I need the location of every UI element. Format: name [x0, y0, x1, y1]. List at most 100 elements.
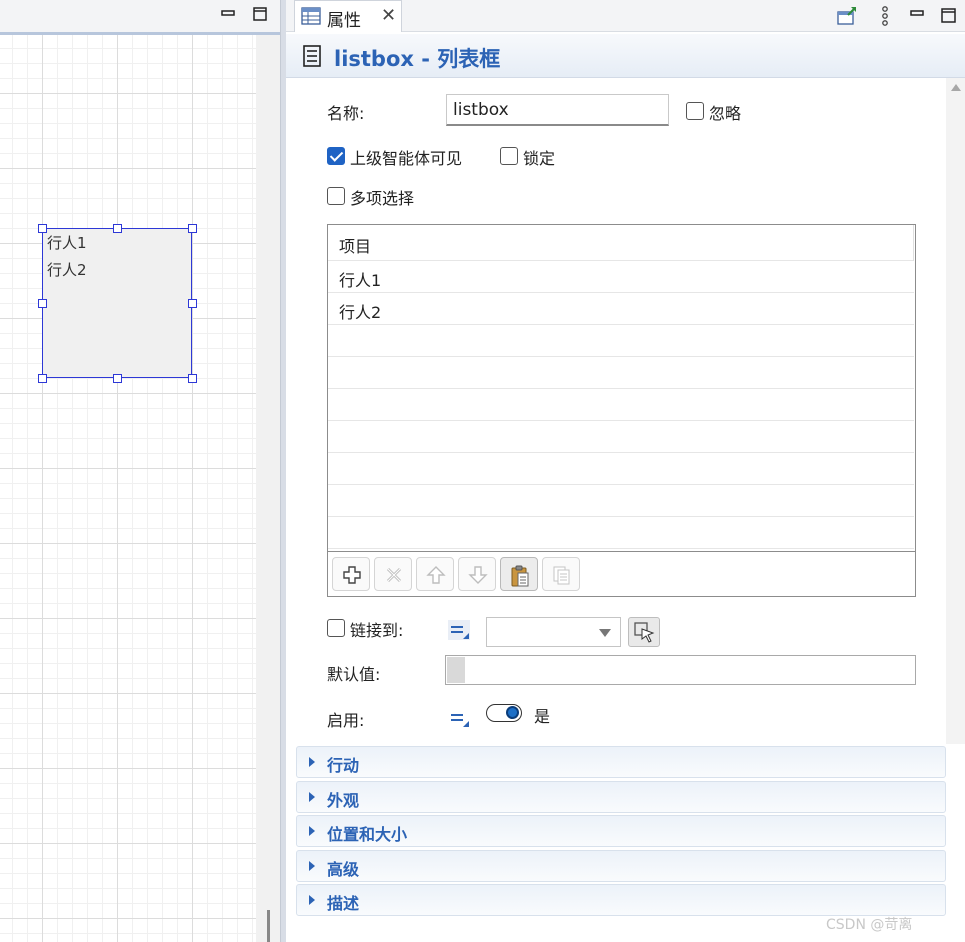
expand-icon	[309, 792, 315, 802]
enabled-toggle[interactable]	[486, 704, 522, 722]
add-row-button[interactable]	[332, 557, 370, 591]
section-description[interactable]: 描述	[296, 884, 946, 916]
scrollbar-thumb[interactable]	[267, 910, 270, 942]
listbox-icon	[303, 45, 321, 67]
table-row[interactable]	[328, 486, 914, 517]
multi-select-label: 多项选择	[350, 189, 415, 208]
properties-header: listbox - 列表框	[286, 34, 965, 78]
editor-toolbar	[0, 0, 283, 32]
minimize-icon[interactable]	[219, 6, 237, 22]
plus-icon	[343, 566, 361, 584]
resize-handle[interactable]	[188, 374, 197, 383]
expand-icon	[309, 861, 315, 871]
move-down-button[interactable]	[458, 557, 496, 591]
ignore-label: 忽略	[709, 104, 742, 123]
table-row[interactable]	[328, 454, 914, 485]
resize-handle[interactable]	[188, 299, 197, 308]
watermark: CSDN @苛离	[826, 917, 913, 933]
toggle-knob	[506, 706, 519, 719]
ignore-checkbox[interactable]	[686, 102, 704, 120]
section-label: 描述	[327, 894, 360, 913]
pin-view-icon[interactable]	[836, 5, 858, 27]
link-to-label: 链接到:	[350, 621, 404, 640]
items-table[interactable]: 项目 行人1 行人2	[327, 224, 916, 552]
section-label: 高级	[327, 860, 360, 879]
name-label: 名称:	[327, 104, 365, 123]
table-row[interactable]	[328, 358, 914, 389]
delete-row-button[interactable]	[374, 557, 412, 591]
resize-handle[interactable]	[38, 374, 47, 383]
section-label: 行动	[327, 756, 360, 775]
table-header: 项目	[328, 225, 914, 261]
visible-to-parent-label: 上级智能体可见	[350, 149, 463, 168]
canvas-scrollbar[interactable]	[256, 35, 280, 942]
column-divider	[913, 225, 914, 261]
resize-handle[interactable]	[188, 224, 197, 233]
section-advanced[interactable]: 高级	[296, 850, 946, 882]
move-up-button[interactable]	[416, 557, 454, 591]
editor-pane: 行人1 行人2	[0, 0, 283, 942]
section-appearance[interactable]: 外观	[296, 781, 946, 813]
section-label: 外观	[327, 791, 360, 810]
link-to-checkbox[interactable]	[327, 619, 345, 637]
copy-button[interactable]	[542, 557, 580, 591]
section-label: 位置和大小	[327, 825, 408, 844]
table-row[interactable]	[328, 518, 914, 549]
section-position-size[interactable]: 位置和大小	[296, 815, 946, 847]
properties-pane: 属性 ✕ listbox - 列表框 名称: listbox 忽略 上级智能体可…	[286, 0, 965, 942]
scroll-up-icon[interactable]	[951, 84, 961, 91]
listbox-widget-item: 行人1	[47, 234, 87, 252]
page-title: listbox - 列表框	[334, 47, 501, 71]
clipboard-icon	[511, 565, 529, 587]
name-input[interactable]	[446, 94, 669, 126]
multi-select-checkbox[interactable]	[327, 187, 345, 205]
arrow-down-icon	[468, 566, 488, 584]
pick-target-button[interactable]	[628, 617, 660, 647]
resize-handle[interactable]	[113, 374, 122, 383]
table-cell: 行人2	[339, 303, 382, 322]
link-to-dropdown[interactable]	[486, 617, 621, 647]
table-row[interactable]	[328, 390, 914, 421]
table-cell: 行人1	[339, 271, 382, 290]
column-header-items: 项目	[339, 237, 372, 256]
table-icon	[301, 7, 321, 25]
maximize-icon[interactable]	[251, 6, 269, 22]
resize-handle[interactable]	[38, 224, 47, 233]
maximize-icon[interactable]	[938, 5, 960, 27]
enabled-value: 是	[534, 707, 551, 726]
table-row[interactable]	[328, 422, 914, 453]
minimize-icon[interactable]	[906, 5, 928, 27]
enabled-label: 启用:	[327, 711, 365, 730]
resize-handle[interactable]	[38, 299, 47, 308]
default-value-input[interactable]	[445, 655, 916, 685]
select-target-icon	[634, 622, 655, 643]
table-toolbar	[327, 552, 916, 597]
value-chip	[447, 657, 465, 683]
default-value-label: 默认值:	[327, 665, 381, 684]
section-action[interactable]: 行动	[296, 746, 946, 778]
listbox-widget-item: 行人2	[47, 261, 87, 279]
copy-icon	[553, 566, 570, 585]
static-value-icon[interactable]	[448, 708, 470, 728]
table-row[interactable]: 行人2	[328, 294, 914, 325]
resize-handle[interactable]	[113, 224, 122, 233]
lock-checkbox[interactable]	[500, 147, 518, 165]
more-options-icon[interactable]	[874, 5, 896, 27]
delete-icon	[386, 567, 402, 583]
tab-properties[interactable]: 属性 ✕	[294, 0, 402, 32]
table-row[interactable]	[328, 326, 914, 357]
expand-icon	[309, 757, 315, 767]
visible-to-parent-checkbox[interactable]	[327, 147, 345, 165]
lock-label: 锁定	[523, 149, 556, 168]
table-row[interactable]: 行人1	[328, 262, 914, 293]
view-tabbar: 属性 ✕	[286, 0, 965, 32]
design-canvas[interactable]: 行人1 行人2	[0, 35, 256, 942]
properties-scrollbar[interactable]	[946, 78, 965, 744]
tab-label: 属性	[327, 11, 361, 31]
paste-button[interactable]	[500, 557, 538, 591]
static-value-icon[interactable]	[448, 620, 470, 640]
chevron-down-icon	[599, 629, 611, 637]
arrow-up-icon	[426, 566, 446, 584]
close-icon[interactable]: ✕	[381, 5, 396, 26]
listbox-widget[interactable]: 行人1 行人2	[42, 228, 192, 378]
